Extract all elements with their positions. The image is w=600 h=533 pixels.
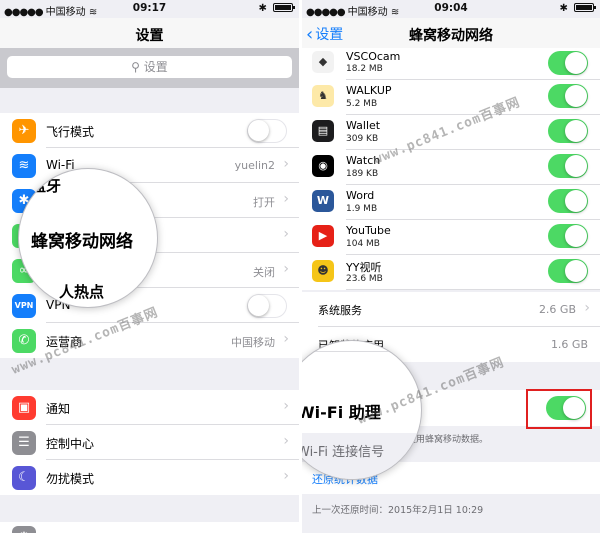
moon-icon: ☾ [12,466,36,490]
page-title: 设置 [135,28,164,44]
walkup-icon: ♞ [312,85,334,107]
app-row-watch: ◉ Watch 189 KB [302,150,600,185]
wallet-icon: ▤ [312,120,334,142]
magnified-hotspot-fragment: 人热点 [59,283,105,301]
system-services-row[interactable]: 系统服务 2.6 GB › [302,292,600,327]
airplane-toggle[interactable] [247,119,287,143]
status-time: 09:04 [434,2,468,14]
app-cellular-toggle[interactable] [548,154,588,178]
row-value: yuelin2 [234,159,275,172]
app-row-vscocam: ◆ VSCOcam 18.2 MB [302,48,600,80]
row-value: 关闭 [253,266,275,279]
app-row-youtube: ▶ YouTube 104 MB [302,220,600,255]
vscocam-icon: ◆ [312,51,334,73]
magnifier-overlay: 蓝牙 蜂窝移动网络 人热点 [18,168,158,308]
nav-bar: ‹ 设置 蜂窝移动网络 [302,18,600,48]
settings-row-airplane[interactable]: ✈ 飞行模式 [0,113,299,148]
settings-row-partial: ⚙ [0,522,299,533]
last-reset-time: 上一次还原时间：2015年2月1日 10:29 [312,505,484,516]
chevron-right-icon: › [283,191,289,207]
search-icon: ⚲ [131,60,140,74]
youtube-icon: ▶ [312,225,334,247]
app-row-word: W Word 1.9 MB [302,185,600,220]
chevron-right-icon: › [283,331,289,347]
settings-row-notifications[interactable]: ▣ 通知 › [0,390,299,425]
app-cellular-toggle[interactable] [548,224,588,248]
app-cellular-toggle[interactable] [548,259,588,283]
battery-icon: ✱ [559,3,596,14]
chevron-right-icon: › [283,433,289,449]
status-bar: ●●●●● 中国移动 ≋ 09:17 ✱ [0,0,299,18]
row-label: 控制中心 [46,437,95,451]
settings-row-dnd[interactable]: ☾ 勿扰模式 › [0,460,299,495]
app-cellular-toggle[interactable] [548,119,588,143]
magnified-wifi-signal-text: Wi-Fi 连接信号 [302,445,385,460]
status-time: 09:17 [132,2,167,14]
row-label: 飞行模式 [46,125,95,139]
magnified-cellular-label: 蜂窝移动网络 [31,232,133,252]
row-value: 中国移动 [231,336,275,349]
page-title: 蜂窝移动网络 [409,28,493,44]
status-bar: ●●●●● 中国移动 ≋ 09:04 ✱ [302,0,600,18]
app-row-yy: ☻ YY视听 23.6 MB [302,255,600,290]
settings-row-control-center[interactable]: ☰ 控制中心 › [0,425,299,460]
search-input[interactable]: ⚲ 设置 [7,56,292,78]
chevron-right-icon: › [283,156,289,172]
chevron-right-icon: › [283,226,289,242]
nav-bar: 设置 [0,18,299,48]
chevron-right-icon: › [283,468,289,484]
word-icon: W [312,190,334,212]
row-label: 勿扰模式 [46,472,95,486]
airplane-icon: ✈ [12,119,36,143]
app-cellular-toggle[interactable] [548,51,588,75]
search-bar: ⚲ 设置 [0,48,299,88]
vpn-icon: VPN [12,294,36,318]
highlight-box [526,389,592,429]
row-value: 打开 [253,196,275,209]
control-center-icon: ☰ [12,431,36,455]
settings-screen: ●●●●● 中国移动 ≋ 09:17 ✱ 设置 ⚲ 设置 ✈ 飞行模式 ≋ Wi-… [0,0,299,533]
chevron-right-icon: › [584,300,590,316]
magnified-bluetooth-fragment: 蓝牙 [31,177,62,195]
app-cellular-toggle[interactable] [548,84,588,108]
yy-icon: ☻ [312,260,334,282]
app-cellular-toggle[interactable] [548,189,588,213]
battery-icon: ✱ [258,3,295,14]
cellular-screen: ●●●●● 中国移动 ≋ 09:04 ✱ ‹ 设置 蜂窝移动网络 ◆ VSCOcam… [302,0,600,533]
row-label: 通知 [46,402,71,416]
app-row-walkup: ♞ WALKUP 5.2 MB [302,80,600,115]
chevron-right-icon: › [283,261,289,277]
general-icon: ⚙ [12,526,36,533]
vpn-toggle[interactable] [247,294,287,318]
chevron-right-icon: › [283,398,289,414]
watch-icon: ◉ [312,155,334,177]
notifications-icon: ▣ [12,396,36,420]
